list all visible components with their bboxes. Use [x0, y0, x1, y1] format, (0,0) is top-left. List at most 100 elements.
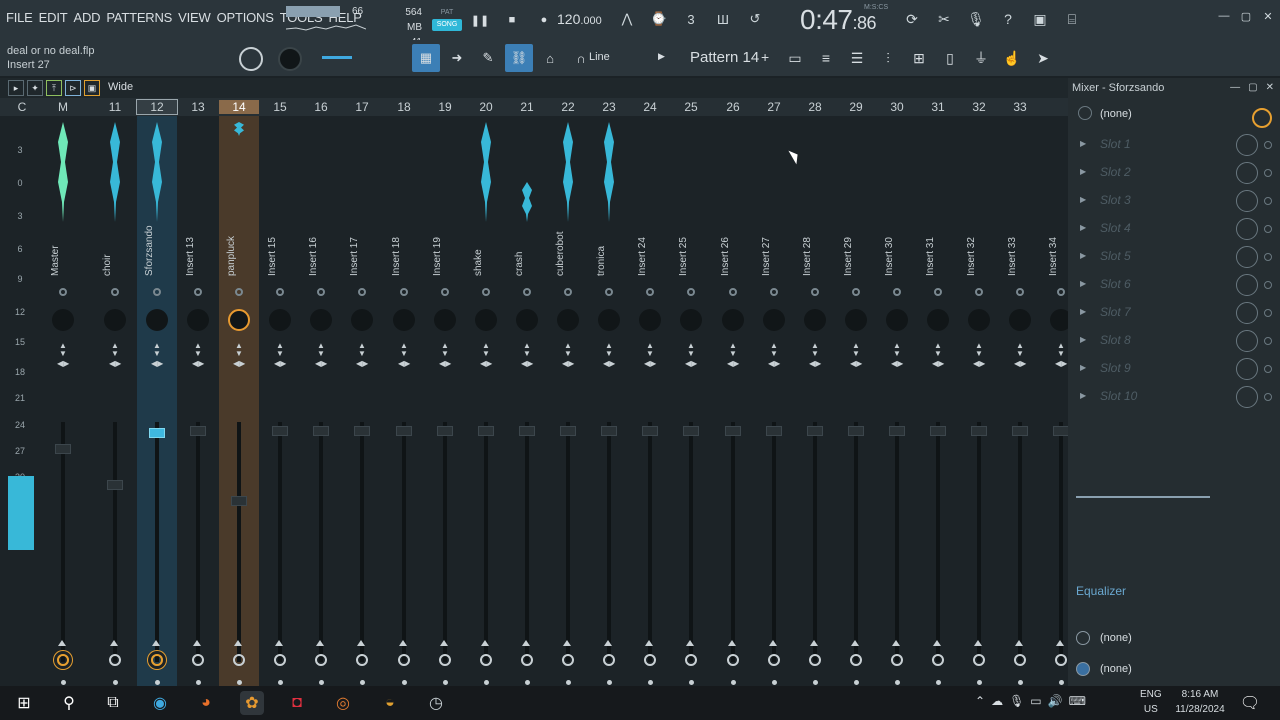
strip-pan-knob[interactable]	[269, 309, 291, 331]
slot-arrow-icon[interactable]: ▶	[1080, 391, 1086, 400]
volume-fader-cap[interactable]	[889, 426, 905, 436]
volume-fader-cap[interactable]	[1053, 426, 1069, 436]
slot-enable-icon[interactable]	[1264, 197, 1272, 205]
stereo-arrows-icon[interactable]: ▲ ▼	[768, 342, 780, 358]
strip-record-dot[interactable]	[402, 680, 407, 685]
app-icon-1[interactable]: ◎	[331, 691, 355, 715]
keyboard-icon[interactable]: ⌨	[1069, 694, 1086, 708]
mixer-strip[interactable]: Insert 26 ▲ ▼ ◀▶	[713, 116, 753, 686]
volume-fader-track[interactable]	[731, 422, 735, 662]
strip-record-dot[interactable]	[772, 680, 777, 685]
slot-arrow-icon[interactable]: ▶	[1080, 223, 1086, 232]
mic-icon[interactable]: 🎙	[962, 8, 990, 30]
slot-arrow-icon[interactable]: ▶	[1080, 139, 1086, 148]
strip-pan-knob[interactable]	[722, 309, 744, 331]
strip-mute-icon[interactable]	[59, 288, 67, 296]
fx-toggle-icon[interactable]	[439, 654, 451, 666]
stereo-swap-icon[interactable]: ◀▶	[768, 360, 780, 368]
channel-number[interactable]: 15	[260, 100, 300, 114]
stereo-swap-icon[interactable]: ◀▶	[315, 360, 327, 368]
app-icon-2[interactable]: ◒	[378, 691, 402, 715]
strip-mute-icon[interactable]	[687, 288, 695, 296]
channel-number[interactable]: 20	[466, 100, 506, 114]
mixer-strip[interactable]: Insert 15 ▲ ▼ ◀▶	[260, 116, 300, 686]
stereo-swap-icon[interactable]: ◀▶	[1014, 360, 1026, 368]
channel-number[interactable]: 28	[795, 100, 835, 114]
mixer-strip[interactable]: Insert 17 ▲ ▼ ◀▶	[342, 116, 382, 686]
channel-number[interactable]: 16	[301, 100, 341, 114]
channel-number[interactable]: 22	[548, 100, 588, 114]
strip-mute-icon[interactable]	[564, 288, 572, 296]
mixer-view-mode[interactable]: Wide	[108, 81, 133, 93]
volume-fader-cap[interactable]	[601, 426, 617, 436]
volume-fader-track[interactable]	[443, 422, 447, 662]
volume-fader-cap[interactable]	[725, 426, 741, 436]
slot-arrow-icon[interactable]: ▶	[1080, 279, 1086, 288]
fx-toggle-icon[interactable]	[973, 654, 985, 666]
volume-fader-track[interactable]	[360, 422, 364, 662]
volume-fader-track[interactable]	[402, 422, 406, 662]
fx-slot[interactable]: ▶ Slot 10	[1076, 384, 1272, 410]
strip-record-dot[interactable]	[854, 680, 859, 685]
strip-record-dot[interactable]	[566, 680, 571, 685]
slot-mix-knob[interactable]	[1236, 134, 1258, 156]
mixer-strip[interactable]: Insert 27 ▲ ▼ ◀▶	[754, 116, 794, 686]
slot-mix-knob[interactable]	[1236, 302, 1258, 324]
browser-icon[interactable]: ⊞	[906, 46, 932, 70]
side-detach-icon[interactable]: ▢	[1248, 82, 1257, 93]
strip-record-dot[interactable]	[443, 680, 448, 685]
volume-fader-track[interactable]	[278, 422, 282, 662]
strip-mute-icon[interactable]	[893, 288, 901, 296]
stereo-arrows-icon[interactable]: ▲ ▼	[644, 342, 656, 358]
menu-options[interactable]: OPTIONS	[217, 10, 274, 25]
volume-fader-track[interactable]	[113, 422, 117, 662]
mixer-route-icon[interactable]: ⊳	[65, 80, 81, 96]
channel-number[interactable]: 18	[384, 100, 424, 114]
slot-mix-knob[interactable]	[1236, 330, 1258, 352]
link-icon[interactable]: ⛓	[505, 44, 533, 72]
route-arrow-icon[interactable]	[399, 640, 407, 646]
mixer-strip[interactable]: Insert 18 ▲ ▼ ◀▶	[384, 116, 424, 686]
route-arrow-icon[interactable]	[851, 640, 859, 646]
fx-slot[interactable]: ▶ Slot 2	[1076, 160, 1272, 186]
volume-fader-track[interactable]	[525, 422, 529, 662]
stereo-arrows-icon[interactable]: ▲ ▼	[1014, 342, 1026, 358]
volume-fader-cap[interactable]	[354, 426, 370, 436]
slot-arrow-icon[interactable]: ▶	[1080, 307, 1086, 316]
slot-enable-icon[interactable]	[1264, 309, 1272, 317]
mixer-strip[interactable]: Insert 28 ▲ ▼ ◀▶	[795, 116, 835, 686]
firefox-icon[interactable]: ◕	[194, 691, 218, 715]
slot-arrow-icon[interactable]: ▶	[1080, 363, 1086, 372]
side-minimize-icon[interactable]: —	[1230, 82, 1240, 93]
channel-number[interactable]: 27	[754, 100, 794, 114]
route-arrow-icon[interactable]	[1056, 640, 1064, 646]
strip-mute-icon[interactable]	[852, 288, 860, 296]
route-arrow-icon[interactable]	[974, 640, 982, 646]
strip-pan-knob[interactable]	[351, 309, 373, 331]
strip-record-dot[interactable]	[237, 680, 242, 685]
strip-record-dot[interactable]	[113, 680, 118, 685]
fx-toggle-icon[interactable]	[521, 654, 533, 666]
volume-fader-cap[interactable]	[272, 426, 288, 436]
fx-toggle-icon[interactable]	[57, 654, 69, 666]
strip-pan-knob[interactable]	[393, 309, 415, 331]
slot-enable-icon[interactable]	[1264, 141, 1272, 149]
volume-fader-cap[interactable]	[560, 426, 576, 436]
volume-fader-cap[interactable]	[642, 426, 658, 436]
slot-mix-knob[interactable]	[1236, 190, 1258, 212]
strip-pan-knob[interactable]	[886, 309, 908, 331]
route-arrow-icon[interactable]	[316, 640, 324, 646]
fx-toggle-icon[interactable]	[891, 654, 903, 666]
volume-fader-cap[interactable]	[848, 426, 864, 436]
onedrive-icon[interactable]: ☁	[991, 694, 1003, 708]
strip-pan-knob[interactable]	[1009, 309, 1031, 331]
save-icon[interactable]: ▣	[1026, 8, 1054, 30]
strip-pan-knob[interactable]	[968, 309, 990, 331]
slot-enable-icon[interactable]	[1264, 253, 1272, 261]
stereo-arrows-icon[interactable]: ▲ ▼	[932, 342, 944, 358]
strip-pan-knob[interactable]	[52, 309, 74, 331]
stereo-swap-icon[interactable]: ◀▶	[973, 360, 985, 368]
strip-pan-knob[interactable]	[598, 309, 620, 331]
slot-arrow-icon[interactable]: ▶	[1080, 251, 1086, 260]
cut-icon[interactable]: ✂	[930, 8, 958, 30]
